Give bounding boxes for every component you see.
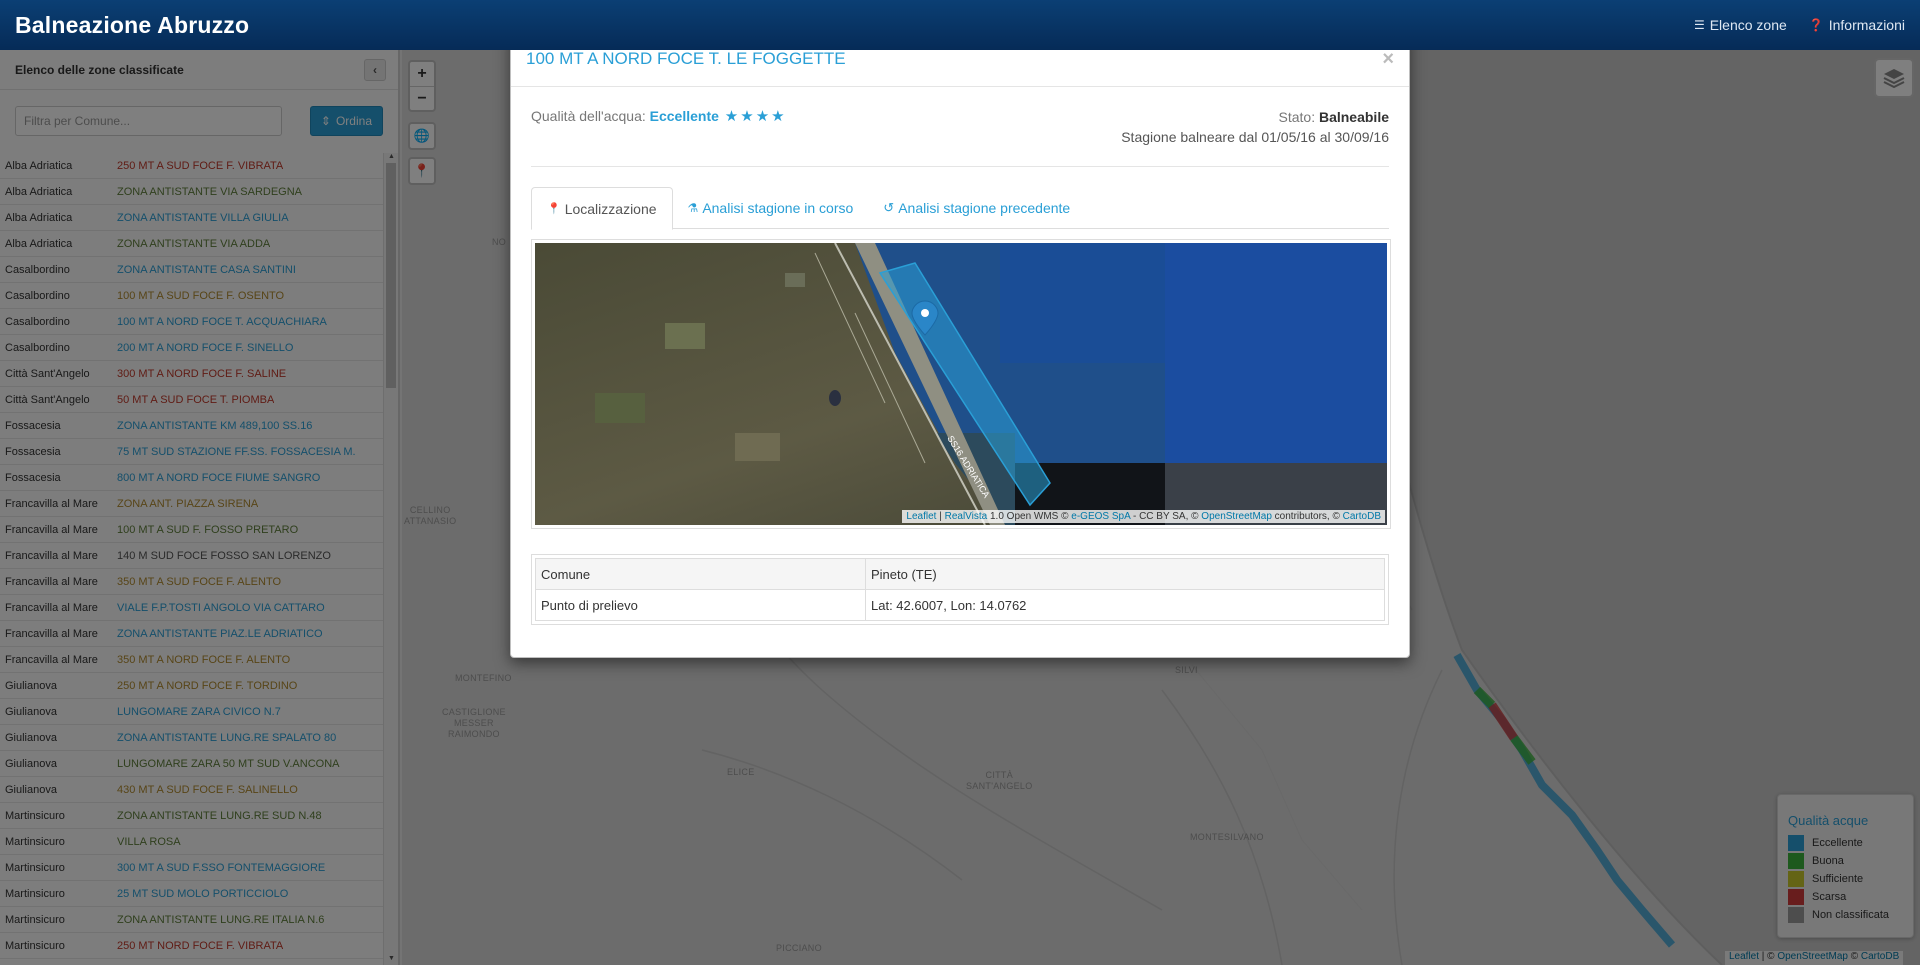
zone-info-table: Comune Pineto (TE) Punto di prelievo Lat… — [535, 558, 1385, 621]
quality-stars: ★ ★ ★ ★ — [723, 108, 785, 125]
table-key-comune: Comune — [535, 558, 866, 590]
mini-attr-carto-link[interactable]: CartoDB — [1343, 511, 1381, 522]
app-title[interactable]: Balneazione Abruzzo — [15, 12, 249, 39]
nav-informazioni[interactable]: ❓ Informazioni — [1809, 17, 1905, 33]
tab-analisi-stagione-precedente[interactable]: ↺ Analisi stagione precedente — [868, 187, 1085, 229]
table-row: Punto di prelievo Lat: 42.6007, Lon: 14.… — [535, 589, 1385, 621]
stato-value: Balneabile — [1318, 109, 1389, 125]
mini-attr-text3: contributors, © — [1271, 511, 1343, 522]
mini-attr-osm-link[interactable]: OpenStreetMap — [1201, 511, 1272, 522]
info-row: Qualità dell'acqua: Eccellente ★ ★ ★ ★ Stat… — [531, 107, 1389, 167]
tab-analisi-precedente-label: Analisi stagione precedente — [898, 200, 1071, 216]
table-row: Comune Pineto (TE) — [535, 558, 1385, 590]
table-value-punto: Lat: 42.6007, Lon: 14.0762 — [865, 589, 1385, 621]
star-icon: ★ — [755, 108, 770, 125]
star-icon: ★ — [771, 108, 785, 125]
modal-tabs: 📍 Localizzazione ⚗ Analisi stagione in c… — [531, 187, 1389, 230]
star-icon: ★ — [724, 108, 739, 125]
nav-informazioni-label: Informazioni — [1828, 17, 1905, 33]
nav-elenco-zone-label: Elenco zone — [1709, 17, 1787, 33]
question-circle-icon: ❓ — [1808, 18, 1824, 32]
water-quality: Qualità dell'acqua: Eccellente ★ ★ ★ ★ — [531, 107, 785, 166]
season-text: Stagione balneare dal 01/05/16 al 30/09/… — [1121, 129, 1389, 145]
nav-links: ☰ Elenco zone ❓ Informazioni — [1694, 17, 1905, 33]
list-icon: ☰ — [1693, 18, 1705, 32]
tab-localizzazione-label: Localizzazione — [564, 200, 657, 217]
nav-elenco-zone[interactable]: ☰ Elenco zone — [1694, 17, 1787, 33]
tab-localizzazione[interactable]: 📍 Localizzazione — [531, 187, 673, 230]
quality-value: Eccellente — [649, 108, 719, 124]
mini-attr-realvista-link[interactable]: RealVista — [945, 511, 988, 522]
tab-analisi-stagione-in-corso[interactable]: ⚗ Analisi stagione in corso — [673, 187, 869, 229]
zone-info-table-wrap: Comune Pineto (TE) Punto di prelievo Lat… — [531, 554, 1389, 625]
satellite-imagery: SS16 ADRIATICA — [535, 243, 1387, 525]
quality-label: Qualità dell'acqua: — [531, 108, 650, 124]
mini-attr-leaflet-link[interactable]: Leaflet — [906, 511, 936, 522]
tab-analisi-in-corso-label: Analisi stagione in corso — [702, 200, 854, 216]
location-map[interactable]: SS16 ADRIATICA Leaflet | RealVista 1.0 O… — [531, 239, 1391, 529]
mini-attr-text2: - CC BY SA, © — [1130, 511, 1202, 522]
satellite-map[interactable]: SS16 ADRIATICA Leaflet | RealVista 1.0 O… — [535, 243, 1387, 525]
star-icon: ★ — [740, 108, 754, 125]
mini-attr-egeos-link[interactable]: e-GEOS SpA — [1071, 511, 1130, 522]
mini-attr-sep1: | — [936, 511, 945, 522]
table-key-punto: Punto di prelievo — [535, 589, 866, 621]
zone-detail-modal: 100 MT A NORD FOCE T. LE FOGGETTE × Qual… — [510, 30, 1410, 658]
table-value-comune: Pineto (TE) — [865, 558, 1385, 590]
close-icon[interactable]: × — [1382, 49, 1394, 69]
modal-title: 100 MT A NORD FOCE T. LE FOGGETTE — [526, 48, 846, 68]
stato-label: Stato: — [1278, 109, 1319, 125]
status-block: Stato: Balneabile Stagione balneare dal … — [1121, 107, 1389, 166]
modal-body: Qualità dell'acqua: Eccellente ★ ★ ★ ★ Stat… — [511, 87, 1409, 645]
mini-attr-text1: 1.0 Open WMS © — [987, 511, 1072, 522]
map-marker-icon: 📍 — [547, 203, 561, 215]
minimap-attribution: Leaflet | RealVista 1.0 Open WMS © e-GEO… — [902, 510, 1385, 523]
history-icon: ↺ — [883, 200, 895, 215]
top-navbar: Balneazione Abruzzo ☰ Elenco zone ❓ Info… — [0, 0, 1920, 50]
flask-icon: ⚗ — [687, 201, 699, 215]
